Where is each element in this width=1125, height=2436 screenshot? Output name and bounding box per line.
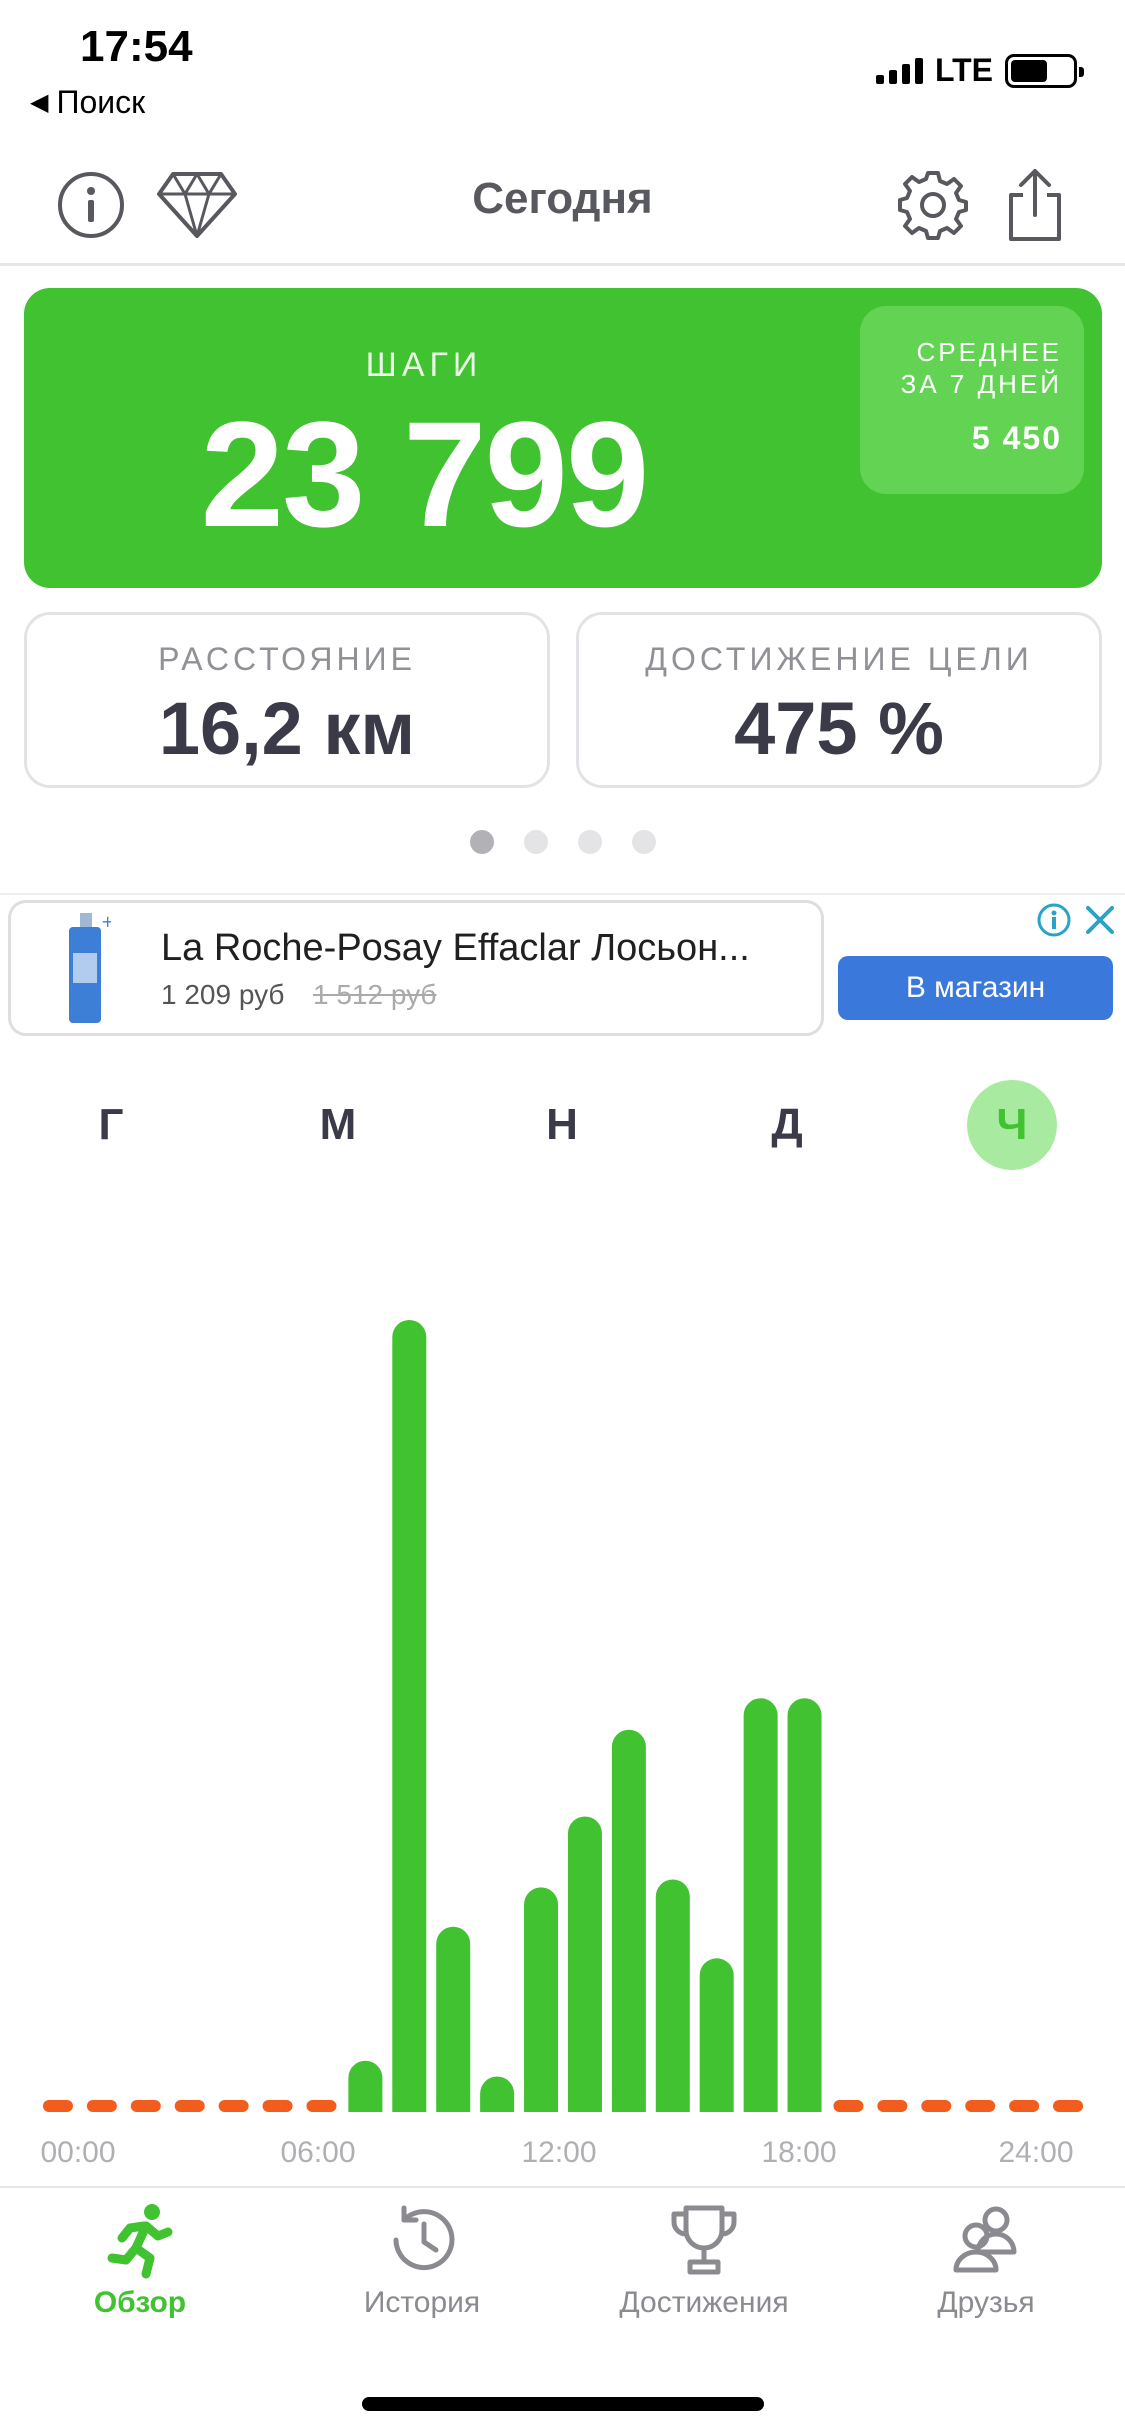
chart-bar-empty: [306, 2100, 337, 2112]
chart-bar-base: [655, 2096, 690, 2112]
share-icon[interactable]: [990, 160, 1080, 250]
distance-tile[interactable]: РАССТОЯНИЕ 16,2 км: [24, 612, 550, 788]
nav-overview[interactable]: Обзор: [20, 2200, 260, 2320]
hourly-steps-chart: 00:00 06:00 12:00 18:00 24:00: [40, 1320, 1084, 2169]
settings-gear-icon[interactable]: [888, 160, 978, 250]
chart-bar[interactable]: [524, 1887, 559, 2112]
home-indicator: [362, 2397, 764, 2411]
ad-shop-button[interactable]: В магазин: [838, 956, 1113, 1020]
ad-info-icon[interactable]: [1036, 902, 1072, 938]
goal-tile[interactable]: ДОСТИЖЕНИЕ ЦЕЛИ 475 %: [576, 612, 1102, 788]
chart-bar-base: [699, 2096, 734, 2112]
chart-bar-base: [392, 2096, 427, 2112]
ad-title: La Roche-Posay Effaclar Лосьон...: [161, 927, 750, 969]
goal-value: 475 %: [734, 687, 944, 770]
period-tab-year[interactable]: Г: [66, 1080, 156, 1170]
nav-history[interactable]: История: [302, 2200, 542, 2320]
chart-bar-empty: [42, 2100, 73, 2112]
nav-label-history: История: [363, 2286, 481, 2319]
page-dot[interactable]: [523, 830, 548, 854]
nav-friends[interactable]: Друзья: [866, 2200, 1106, 2320]
x-tick-label: 06:00: [280, 2136, 355, 2169]
avg-label-line1: СРЕДНЕЕ: [916, 337, 1062, 367]
chart-bar-empty: [877, 2100, 908, 2112]
ad-price: 1 209 руб: [161, 979, 285, 1010]
ad-close-icon[interactable]: [1082, 902, 1118, 938]
goal-label: ДОСТИЖЕНИЕ ЦЕЛИ: [645, 641, 1033, 677]
back-to-search[interactable]: ◀ Поиск: [30, 84, 145, 121]
status-indicators: LTE: [875, 52, 1084, 89]
chart-bar-base: [436, 2096, 471, 2112]
running-person-icon: [107, 2204, 173, 2279]
back-label: Поиск: [56, 84, 146, 120]
chart-bar-empty: [921, 2100, 952, 2112]
chart-bar[interactable]: [699, 1958, 734, 2112]
steps-card[interactable]: ШАГИ 23 799 СРЕДНЕЕ ЗА 7 ДНЕЙ 5 450: [24, 288, 1102, 588]
chart-bar[interactable]: [743, 1698, 778, 2112]
chart-bar[interactable]: [567, 1816, 602, 2112]
chart-bar-empty: [262, 2100, 293, 2112]
steps-count: 23 799: [200, 390, 650, 558]
nav-label-achievements: Достижения: [619, 2286, 789, 2319]
chart-bar-empty: [833, 2100, 864, 2112]
nav-label-overview: Обзор: [93, 2286, 187, 2319]
chart-bar[interactable]: [655, 1879, 690, 2112]
page-dot[interactable]: [469, 830, 494, 854]
nav-achievements[interactable]: Достижения: [584, 2200, 824, 2320]
top-bar: Сегодня: [0, 150, 1125, 266]
chart-bar-empty: [1009, 2100, 1040, 2112]
back-arrow-icon: ◀: [30, 89, 49, 116]
page-dot[interactable]: [631, 830, 656, 854]
chart-bar-empty: [965, 2100, 996, 2112]
nav-label-friends: Друзья: [937, 2286, 1035, 2319]
x-tick-label: 12:00: [521, 2136, 596, 2169]
network-type: LTE: [934, 52, 993, 88]
chart-bar[interactable]: [436, 1926, 471, 2112]
x-tick-label: 24:00: [998, 2136, 1073, 2169]
chart-bar-base: [524, 2096, 559, 2112]
history-clock-icon: [393, 2205, 455, 2271]
distance-label: РАССТОЯНИЕ: [158, 641, 416, 677]
period-tab-week[interactable]: Н: [517, 1080, 607, 1170]
product-bottle-image: +: [69, 913, 111, 1023]
chart-bar-base: [348, 2096, 383, 2112]
chart-bar-empty: [130, 2100, 161, 2112]
ad-old-price: 1 512 руб: [313, 979, 437, 1010]
trophy-icon: [671, 2205, 737, 2275]
battery-icon: [1005, 53, 1084, 88]
chart-bar-empty: [1053, 2100, 1084, 2112]
chart-bar-base: [743, 2096, 778, 2112]
status-time: 17:54: [80, 22, 193, 71]
period-tab-day[interactable]: Д: [742, 1080, 832, 1170]
page-dot[interactable]: [577, 830, 602, 854]
weekly-average-box: СРЕДНЕЕ ЗА 7 ДНЕЙ 5 450: [860, 306, 1084, 494]
divider: [0, 893, 1125, 895]
cellular-signal-icon: [875, 57, 923, 84]
divider: [0, 2186, 1125, 2188]
avg-label-line2: ЗА 7 ДНЕЙ: [900, 369, 1062, 399]
chart-bar-empty: [174, 2100, 205, 2112]
svg-text:+: +: [101, 913, 111, 931]
ad-banner[interactable]: + La Roche-Posay Effaclar Лосьон... 1 20…: [8, 900, 824, 1036]
friends-icon: [953, 2206, 1017, 2273]
x-tick-label: 00:00: [40, 2136, 115, 2169]
steps-label: ШАГИ: [365, 346, 483, 384]
x-tick-label: 18:00: [761, 2136, 836, 2169]
chart-bar-base: [480, 2096, 515, 2112]
chart-bar-base: [567, 2096, 602, 2112]
period-tab-hour[interactable]: Ч: [967, 1080, 1057, 1170]
avg-value: 5 450: [971, 420, 1062, 456]
period-tab-month[interactable]: М: [293, 1080, 383, 1170]
chart-bar[interactable]: [787, 1698, 822, 2112]
chart-bar[interactable]: [392, 1320, 427, 2112]
chart-bar-base: [787, 2096, 822, 2112]
page-indicator: [0, 830, 1125, 854]
chart-bar-empty: [86, 2100, 117, 2112]
distance-value: 16,2 км: [158, 687, 416, 770]
chart-bar-empty: [218, 2100, 249, 2112]
chart-bar-base: [611, 2096, 646, 2112]
chart-bar[interactable]: [611, 1729, 646, 2112]
